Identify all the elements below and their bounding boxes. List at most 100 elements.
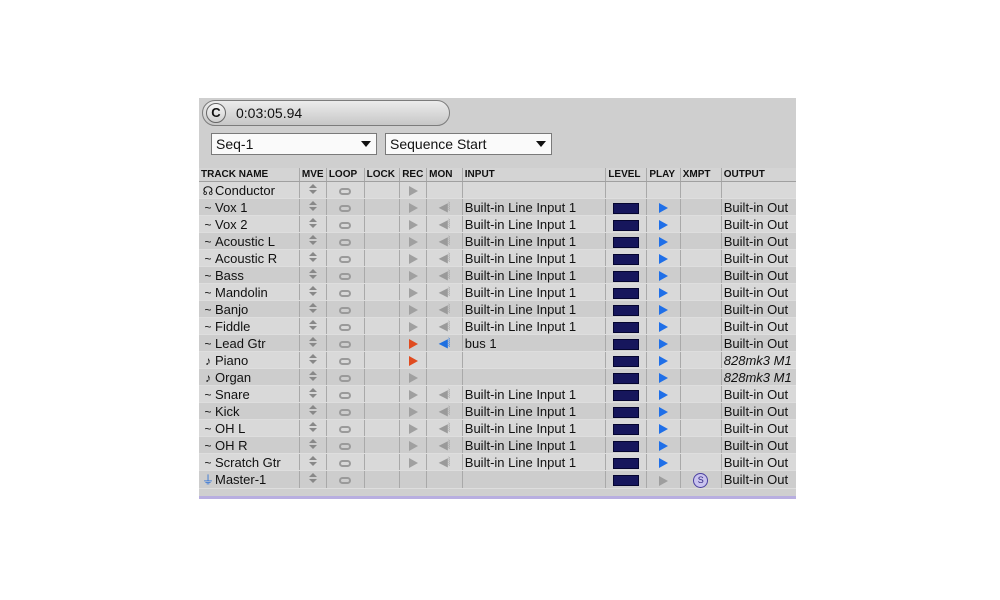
lock-cell[interactable] bbox=[364, 283, 401, 301]
monitor-cell[interactable]: ◀⦚ bbox=[426, 334, 463, 352]
lock-cell[interactable] bbox=[364, 368, 401, 386]
track-row[interactable]: ~ Mandolin ◀⦚ Built-in Line Input 1 Built-in… bbox=[199, 283, 796, 301]
move-cell[interactable] bbox=[299, 436, 327, 454]
move-cell[interactable] bbox=[299, 317, 327, 335]
move-updown-icon[interactable] bbox=[308, 285, 317, 297]
column-header-input[interactable]: INPUT bbox=[462, 168, 607, 182]
move-updown-icon[interactable] bbox=[308, 438, 317, 450]
loop-cell[interactable] bbox=[326, 283, 365, 301]
track-row[interactable]: ~ Acoustic L ◀⦚ Built-in Line Input 1 Built-… bbox=[199, 232, 796, 250]
track-name[interactable]: OH R bbox=[215, 438, 248, 453]
level-cell[interactable] bbox=[605, 249, 648, 267]
track-row[interactable]: ~ Fiddle ◀⦚ Built-in Line Input 1 Built-in O… bbox=[199, 317, 796, 335]
track-name[interactable]: Acoustic L bbox=[215, 234, 275, 249]
lock-cell[interactable] bbox=[364, 351, 401, 369]
xmpt-cell[interactable] bbox=[680, 300, 722, 318]
level-cell[interactable] bbox=[605, 453, 648, 471]
speaker-icon[interactable]: ◀⦚ bbox=[439, 421, 451, 435]
move-updown-icon[interactable] bbox=[308, 319, 317, 331]
loop-cell[interactable] bbox=[326, 385, 365, 403]
track-name-cell[interactable]: ⏚Master-1 bbox=[199, 470, 300, 489]
output-cell[interactable]: Built-in Out bbox=[721, 232, 796, 250]
play-cell[interactable] bbox=[646, 215, 681, 233]
loop-icon[interactable] bbox=[339, 459, 352, 467]
output-cell[interactable]: Built-in Out bbox=[721, 283, 796, 301]
record-enable-icon[interactable] bbox=[408, 186, 418, 197]
monitor-cell[interactable]: ◀⦚ bbox=[426, 300, 463, 318]
move-cell[interactable] bbox=[299, 266, 327, 284]
track-name[interactable]: Organ bbox=[215, 370, 251, 385]
level-cell[interactable] bbox=[605, 470, 648, 489]
position-dropdown[interactable]: Sequence Start bbox=[385, 133, 552, 155]
play-cell[interactable] bbox=[646, 436, 681, 454]
record-enable-icon[interactable] bbox=[408, 339, 418, 350]
move-cell[interactable] bbox=[299, 402, 327, 420]
track-name-cell[interactable]: ~ Scratch Gtr bbox=[199, 453, 300, 471]
column-header-rec[interactable]: REC bbox=[399, 168, 428, 182]
play-cell[interactable] bbox=[646, 419, 681, 437]
monitor-cell[interactable]: ◀⦚ bbox=[426, 317, 463, 335]
play-enable-icon[interactable] bbox=[659, 220, 669, 231]
lock-cell[interactable] bbox=[364, 215, 401, 233]
track-name[interactable]: OH L bbox=[215, 421, 245, 436]
record-enable-icon[interactable] bbox=[408, 322, 418, 333]
move-cell[interactable] bbox=[299, 385, 327, 403]
level-cell[interactable] bbox=[605, 215, 648, 233]
move-updown-icon[interactable] bbox=[308, 217, 317, 229]
loop-icon[interactable] bbox=[339, 477, 352, 485]
rec-cell[interactable] bbox=[399, 317, 428, 335]
input-cell[interactable]: Built-in Line Input 1 bbox=[462, 215, 607, 233]
move-updown-icon[interactable] bbox=[308, 455, 317, 467]
level-meter[interactable] bbox=[613, 355, 640, 367]
speaker-icon[interactable]: ◀⦚ bbox=[439, 438, 451, 452]
track-name[interactable]: Master-1 bbox=[215, 472, 266, 487]
loop-cell[interactable] bbox=[326, 453, 365, 471]
lock-cell[interactable] bbox=[364, 419, 401, 437]
level-meter[interactable] bbox=[613, 219, 640, 231]
track-name[interactable]: Lead Gtr bbox=[215, 336, 266, 351]
speaker-icon[interactable]: ◀⦚ bbox=[439, 251, 451, 265]
move-cell[interactable] bbox=[299, 215, 327, 233]
loop-icon[interactable] bbox=[339, 255, 352, 263]
track-name-cell[interactable]: ~ Kick bbox=[199, 402, 300, 420]
level-cell[interactable] bbox=[605, 436, 648, 454]
output-cell[interactable]: Built-in Out bbox=[721, 453, 796, 471]
level-meter[interactable] bbox=[613, 202, 640, 214]
play-cell[interactable] bbox=[646, 402, 681, 420]
play-cell[interactable] bbox=[646, 198, 681, 216]
play-enable-icon[interactable] bbox=[659, 441, 669, 452]
move-updown-icon[interactable] bbox=[308, 234, 317, 246]
level-cell[interactable] bbox=[605, 385, 648, 403]
lock-cell[interactable] bbox=[364, 453, 401, 471]
xmpt-cell[interactable] bbox=[680, 249, 722, 267]
monitor-cell[interactable] bbox=[426, 351, 463, 369]
level-cell[interactable] bbox=[605, 300, 648, 318]
level-meter[interactable] bbox=[613, 236, 640, 248]
xmpt-cell[interactable] bbox=[680, 334, 722, 352]
move-updown-icon[interactable] bbox=[308, 268, 317, 280]
play-cell[interactable] bbox=[646, 385, 681, 403]
play-enable-icon[interactable] bbox=[659, 407, 669, 418]
input-cell[interactable]: Built-in Line Input 1 bbox=[462, 249, 607, 267]
play-enable-icon[interactable] bbox=[659, 356, 669, 367]
move-updown-icon[interactable] bbox=[308, 200, 317, 212]
rec-cell[interactable] bbox=[399, 181, 428, 199]
rec-cell[interactable] bbox=[399, 351, 428, 369]
record-enable-icon[interactable] bbox=[408, 424, 418, 435]
level-meter[interactable] bbox=[613, 475, 640, 487]
level-meter[interactable] bbox=[613, 457, 640, 469]
move-updown-icon[interactable] bbox=[308, 251, 317, 263]
level-cell[interactable] bbox=[605, 351, 648, 369]
level-cell[interactable] bbox=[605, 334, 648, 352]
track-row[interactable]: ~ OH R ◀⦚ Built-in Line Input 1 Built-in Out bbox=[199, 436, 796, 454]
xmpt-cell[interactable] bbox=[680, 351, 722, 369]
record-enable-icon[interactable] bbox=[408, 441, 418, 452]
level-meter[interactable] bbox=[613, 253, 640, 265]
move-updown-icon[interactable] bbox=[308, 387, 317, 399]
lock-cell[interactable] bbox=[364, 181, 401, 199]
move-updown-icon[interactable] bbox=[308, 302, 317, 314]
move-updown-icon[interactable] bbox=[308, 353, 317, 365]
speaker-icon[interactable]: ◀⦚ bbox=[439, 268, 451, 282]
level-cell[interactable] bbox=[605, 232, 648, 250]
level-cell[interactable] bbox=[605, 368, 648, 386]
